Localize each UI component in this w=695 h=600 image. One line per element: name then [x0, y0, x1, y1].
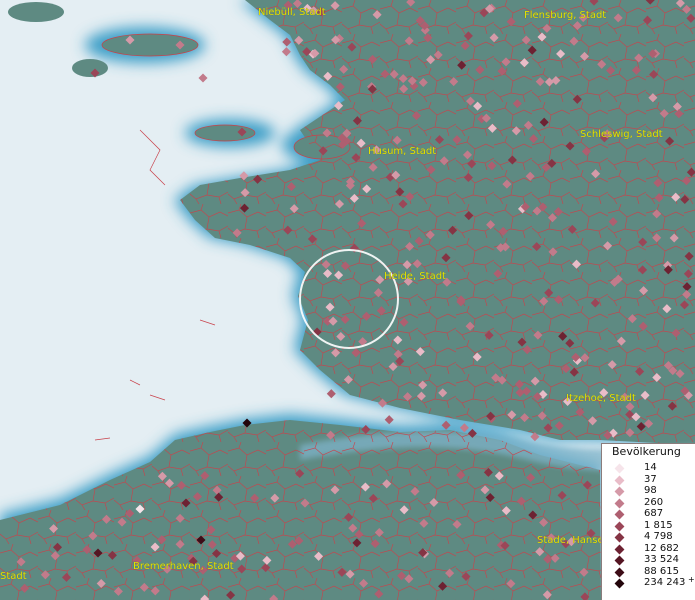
- legend-label: 12 682: [644, 542, 679, 554]
- legend-swatch: [614, 555, 625, 566]
- legend-swatch: [614, 486, 625, 497]
- legend-label: 4 798: [644, 531, 673, 542]
- city-label-itzehoe: Itzehoe, Stadt: [566, 393, 636, 404]
- legend-title: Bevölkerung: [612, 445, 681, 458]
- legend-swatch: [614, 463, 625, 474]
- legend-label: 98: [644, 485, 657, 496]
- legend-label: 687: [644, 508, 664, 519]
- legend-label: 33 524: [644, 554, 679, 565]
- legend-swatch: [614, 544, 625, 554]
- legend-item: 33 524: [602, 554, 694, 566]
- city-label-flensburg: Flensburg, Stadt: [524, 10, 606, 21]
- population-map[interactable]: Niebüll, Stadt Flensburg, Stadt Schleswi…: [0, 0, 695, 600]
- legend-item: 88 615: [602, 565, 694, 578]
- legend-label: 1 815: [644, 519, 673, 531]
- legend-label: 14: [644, 462, 657, 473]
- legend-item: 98: [602, 485, 694, 497]
- legend-item: 4 798: [602, 531, 694, 543]
- city-label-stadt-left: Stadt: [0, 571, 27, 582]
- legend-label: 88 615: [644, 565, 679, 577]
- city-label-niebuell: Niebüll, Stadt: [258, 7, 326, 18]
- legend-swatch: [614, 498, 625, 508]
- legend-suffix: +: [688, 575, 695, 584]
- legend-item: 12 682: [602, 542, 694, 555]
- city-label-husum: Husum, Stadt: [368, 146, 436, 157]
- legend-item: 687: [602, 508, 694, 520]
- legend-item: 1 815: [602, 519, 694, 532]
- legend-label: 260: [644, 496, 664, 508]
- city-label-heide: Heide, Stadt: [384, 271, 446, 282]
- legend-swatch: [614, 567, 625, 577]
- legend-item: 14: [602, 462, 694, 474]
- city-label-stade: Stade, Hanse: [537, 535, 604, 546]
- legend-swatch: [614, 475, 625, 485]
- legend-swatch: [614, 509, 625, 520]
- legend-item: 234 243 +: [602, 575, 695, 589]
- city-label-bremerhaven: Bremerhaven, Stadt: [133, 561, 234, 572]
- legend-item: 260: [602, 496, 694, 509]
- legend-label: 37: [644, 473, 657, 485]
- city-label-schleswig: Schleswig, Stadt: [580, 129, 663, 140]
- legend-label: 234 243: [644, 577, 686, 588]
- legend-swatch: [614, 532, 625, 543]
- population-legend: Bevölkerung 14 37 98 260 687 1 815 4 798 12 682…: [601, 443, 695, 600]
- legend-item: 37: [602, 473, 694, 486]
- legend-swatch: [614, 521, 625, 531]
- legend-swatch: [614, 578, 625, 589]
